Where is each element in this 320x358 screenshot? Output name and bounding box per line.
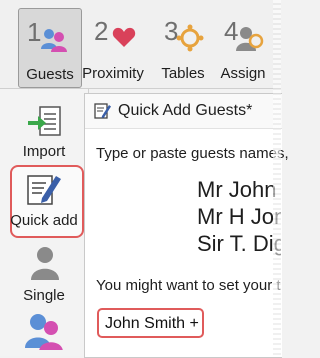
dialog-title: Quick Add Guests* (118, 102, 253, 119)
guest-name-line: Mr John (197, 177, 277, 202)
heart-icon (112, 27, 136, 47)
guest-name-line: Mr H Jon (197, 204, 281, 229)
single-button[interactable]: Single (8, 245, 80, 305)
import-button[interactable]: Import (8, 103, 80, 163)
guest-names-textarea[interactable]: Mr John Mr H Jon Sir T. Dig (197, 176, 281, 264)
quick-add-label: Quick add (10, 212, 78, 229)
edit-document-icon (94, 103, 111, 119)
single-label: Single (23, 287, 65, 304)
guest-entry-input[interactable] (103, 314, 205, 334)
assign-icon (236, 27, 264, 51)
instruction-text: Type or paste guests names, (96, 145, 289, 162)
quick-add-button[interactable]: Quick add (8, 168, 80, 232)
ribbon-tables-label: Tables (161, 65, 205, 82)
torn-edge (273, 0, 281, 356)
ribbon: 1 Guests 2 Proximity 3 Tables 4 Assign (0, 0, 281, 89)
single-guest-icon (31, 247, 59, 280)
hint-text: You might want to set your t (96, 277, 281, 294)
guests-icon (41, 29, 67, 52)
import-label: Import (22, 143, 66, 160)
couple-icon (25, 314, 63, 350)
ribbon-guests-label: Guests (26, 66, 74, 83)
ribbon-proximity-label: Proximity (82, 65, 144, 82)
ribbon-proximity-button[interactable]: 2 Proximity (82, 8, 144, 86)
ribbon-tables-button[interactable]: 3 Tables (154, 8, 212, 86)
dialog-titlebar[interactable]: Quick Add Guests* (85, 94, 282, 129)
table-icon (176, 24, 204, 52)
guest-name-line: Sir T. Dig (197, 231, 281, 256)
ribbon-assign-label: Assign (220, 65, 266, 82)
ribbon-assign-button[interactable]: 4 Assign (214, 8, 272, 86)
ribbon-proximity-number: 2 (94, 16, 109, 46)
couple-button[interactable] (8, 312, 80, 356)
ribbon-guests-button[interactable]: 1 Guests (18, 8, 82, 88)
guest-entry-field[interactable] (97, 308, 205, 338)
import-icon (28, 106, 61, 136)
quick-add-icon (27, 175, 61, 205)
